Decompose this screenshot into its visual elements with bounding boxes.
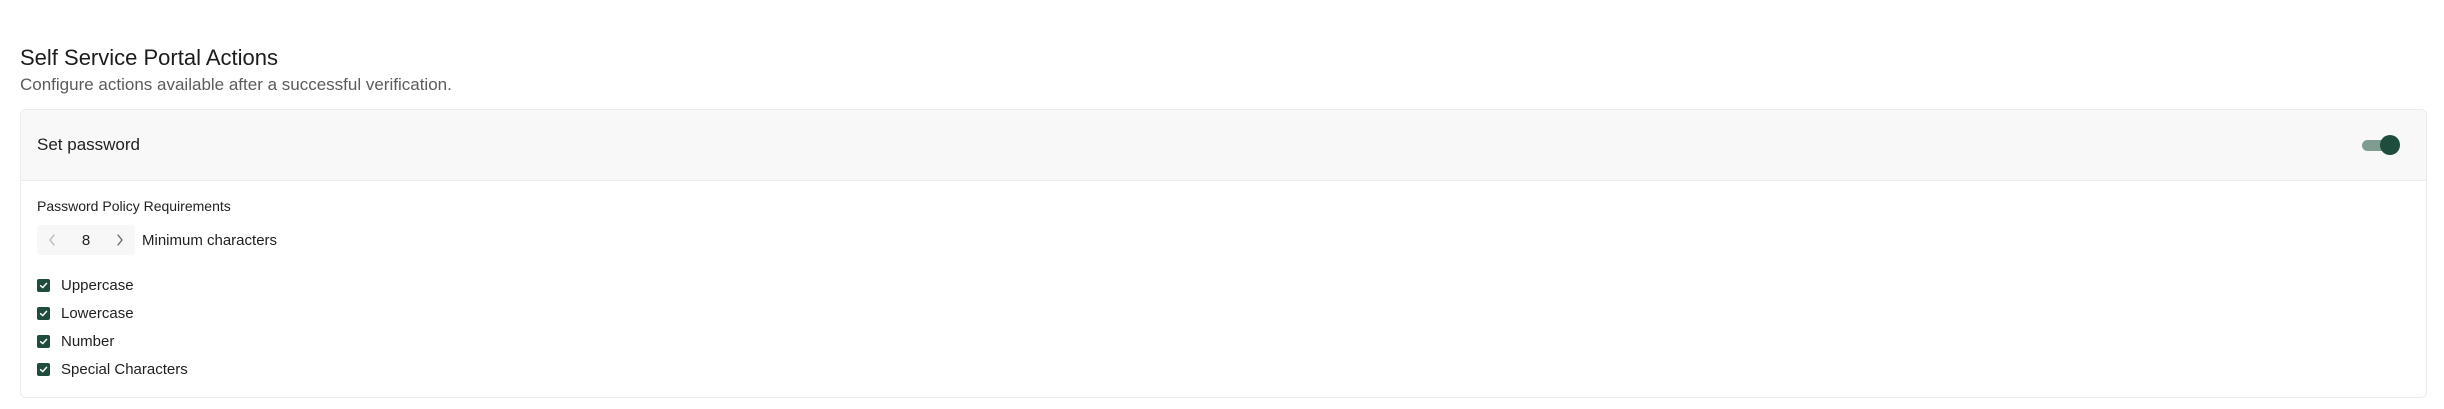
set-password-card: Set password Password Policy Requirement… xyxy=(20,109,2427,398)
set-password-toggle[interactable] xyxy=(2362,134,2400,156)
special-characters-checkbox[interactable] xyxy=(37,362,50,376)
card-header: Set password xyxy=(21,110,2426,181)
toggle-knob xyxy=(2380,135,2400,155)
min-characters-label: Minimum characters xyxy=(142,231,278,249)
min-characters-value[interactable]: 8 xyxy=(67,232,105,249)
requirement-number: Number xyxy=(37,327,2410,355)
number-label: Number xyxy=(61,332,115,350)
requirement-special-characters: Special Characters xyxy=(37,355,2410,383)
number-checkbox[interactable] xyxy=(37,334,50,348)
special-characters-label: Special Characters xyxy=(61,360,188,378)
chevron-left-icon xyxy=(49,234,55,246)
section-title: Self Service Portal Actions xyxy=(20,45,279,70)
min-characters-stepper: 8 xyxy=(37,225,135,255)
requirement-lowercase: Lowercase xyxy=(37,299,2410,327)
lowercase-checkbox[interactable] xyxy=(37,306,50,320)
uppercase-checkbox[interactable] xyxy=(37,278,50,292)
increment-button[interactable] xyxy=(105,225,135,255)
section-subtitle: Configure actions available after a succ… xyxy=(20,75,452,94)
chevron-right-icon xyxy=(117,234,123,246)
card-title: Set password xyxy=(37,135,140,154)
uppercase-label: Uppercase xyxy=(61,276,134,294)
check-icon xyxy=(39,310,48,316)
min-characters-row: 8 Minimum characters xyxy=(37,225,2410,255)
requirements-list: Uppercase Lowercase Number Special Chara… xyxy=(37,271,2410,383)
card-body: Password Policy Requirements 8 Minimum c… xyxy=(21,181,2426,397)
requirement-uppercase: Uppercase xyxy=(37,271,2410,299)
self-service-portal-section: Self Service Portal Actions Configure ac… xyxy=(20,44,2427,398)
lowercase-label: Lowercase xyxy=(61,304,134,322)
check-icon xyxy=(39,338,48,344)
decrement-button[interactable] xyxy=(37,225,67,255)
check-icon xyxy=(39,366,48,372)
check-icon xyxy=(39,282,48,288)
policy-heading: Password Policy Requirements xyxy=(37,198,231,214)
